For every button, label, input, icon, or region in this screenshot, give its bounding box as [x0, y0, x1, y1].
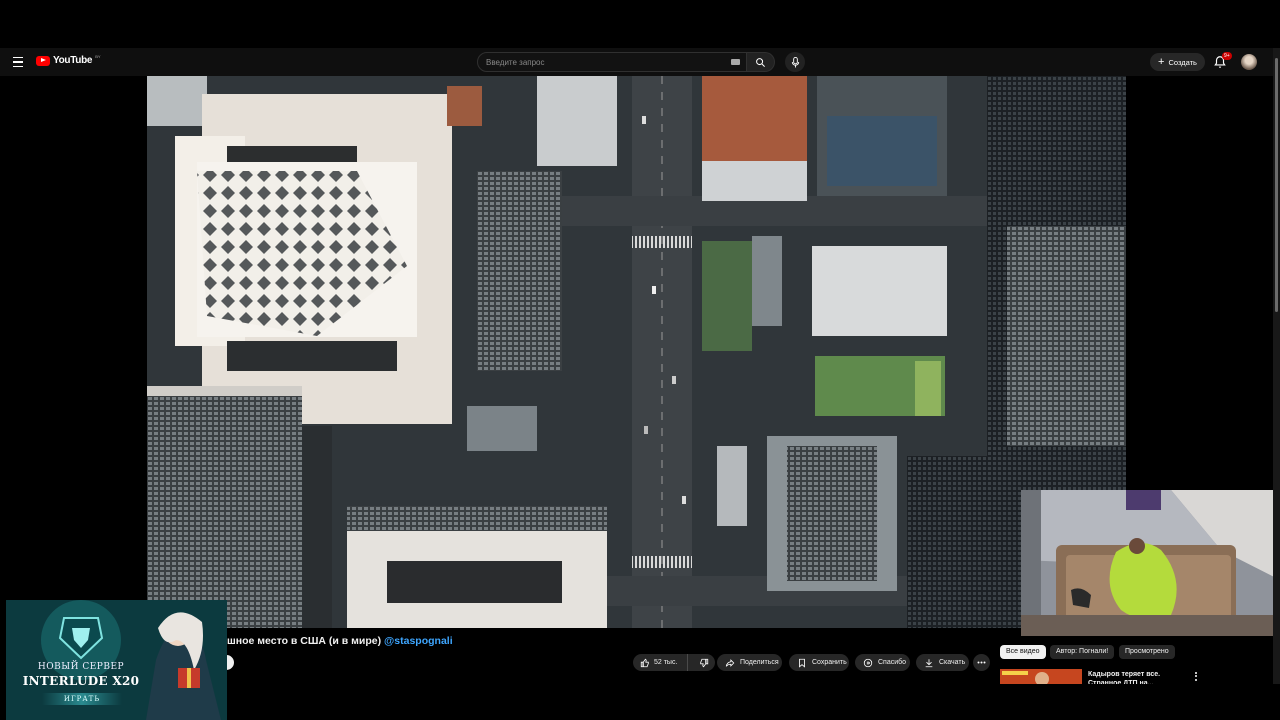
download-label: Скачать	[939, 659, 966, 666]
ad-server-name: INTERLUDE X20	[22, 674, 140, 688]
chip-by-author[interactable]: Автор: Погнали!	[1050, 645, 1115, 659]
subscribe-button-edge[interactable]	[226, 655, 234, 670]
ad-headline: НОВЫЙ СЕРВЕР	[37, 662, 125, 672]
masthead: YouTube BY + Создать 9+	[0, 48, 1280, 76]
search-icon	[756, 57, 765, 67]
channel-handle-link[interactable]: @staspognali	[384, 635, 453, 647]
thanks-label: Спасибо	[878, 659, 907, 666]
create-label: Создать	[1168, 57, 1197, 67]
thanks-button[interactable]: Спасибо	[855, 654, 910, 671]
thumbs-down-icon	[700, 658, 708, 667]
notification-count-badge: 9+	[1222, 52, 1232, 60]
search-box	[477, 52, 747, 72]
video-player[interactable]	[147, 76, 1126, 628]
search-input[interactable]	[486, 57, 716, 67]
ad-banner[interactable]: НОВЫЙ СЕРВЕР INTERLUDE X20 ИГРАТЬ	[6, 600, 227, 720]
more-horizontal-icon	[977, 661, 986, 664]
webcam-feed-image	[1021, 490, 1280, 636]
like-button[interactable]: 52 тыс.	[633, 654, 688, 671]
like-dislike-group: 52 тыс.	[633, 654, 715, 671]
logo-text: YouTube	[53, 55, 93, 66]
plus-icon: +	[1158, 55, 1165, 68]
download-icon	[925, 658, 933, 667]
dislike-button[interactable]	[693, 654, 715, 671]
logo-region: BY	[95, 54, 101, 59]
search-button[interactable]	[747, 52, 775, 72]
thumbnail-image	[1000, 669, 1082, 684]
chip-all-videos[interactable]: Все видео	[1000, 645, 1046, 659]
more-actions-button[interactable]	[973, 654, 990, 671]
recommendation-thumbnail[interactable]	[1000, 669, 1082, 684]
voice-search-button[interactable]	[785, 52, 805, 72]
chip-watched[interactable]: Просмотрено	[1119, 645, 1175, 659]
top-black-band	[0, 0, 1280, 48]
mic-icon	[791, 56, 799, 68]
webcam-overlay	[1021, 490, 1280, 636]
account-avatar[interactable]	[1241, 54, 1257, 70]
video-title-text: шное место в США (и в мире)	[227, 635, 385, 647]
scrollbar-thumb[interactable]	[1275, 58, 1278, 312]
menu-icon[interactable]	[10, 54, 26, 70]
thanks-icon	[863, 658, 873, 667]
video-frame-aerial-city	[147, 76, 1126, 628]
save-label: Сохранить	[812, 659, 847, 666]
download-button[interactable]: Скачать	[916, 654, 969, 671]
share-label: Поделиться	[740, 659, 779, 666]
video-title: шное место в США (и в мире) @staspognali	[227, 635, 453, 647]
save-playlist-icon	[799, 658, 805, 668]
save-button[interactable]: Сохранить	[789, 654, 849, 671]
keyboard-icon[interactable]	[731, 59, 740, 65]
recommendation-menu-icon[interactable]	[1192, 670, 1200, 682]
share-button[interactable]: Поделиться	[717, 654, 782, 671]
youtube-play-icon	[36, 55, 50, 66]
like-count: 52 тыс.	[654, 659, 678, 666]
create-button[interactable]: + Создать	[1150, 53, 1205, 71]
youtube-logo[interactable]: YouTube BY	[36, 54, 101, 66]
search-bar	[477, 52, 775, 72]
ad-play-button[interactable]: ИГРАТЬ	[42, 693, 122, 705]
thumbs-up-icon	[640, 658, 649, 667]
share-icon	[725, 658, 735, 667]
page-scrollbar[interactable]	[1273, 48, 1280, 684]
